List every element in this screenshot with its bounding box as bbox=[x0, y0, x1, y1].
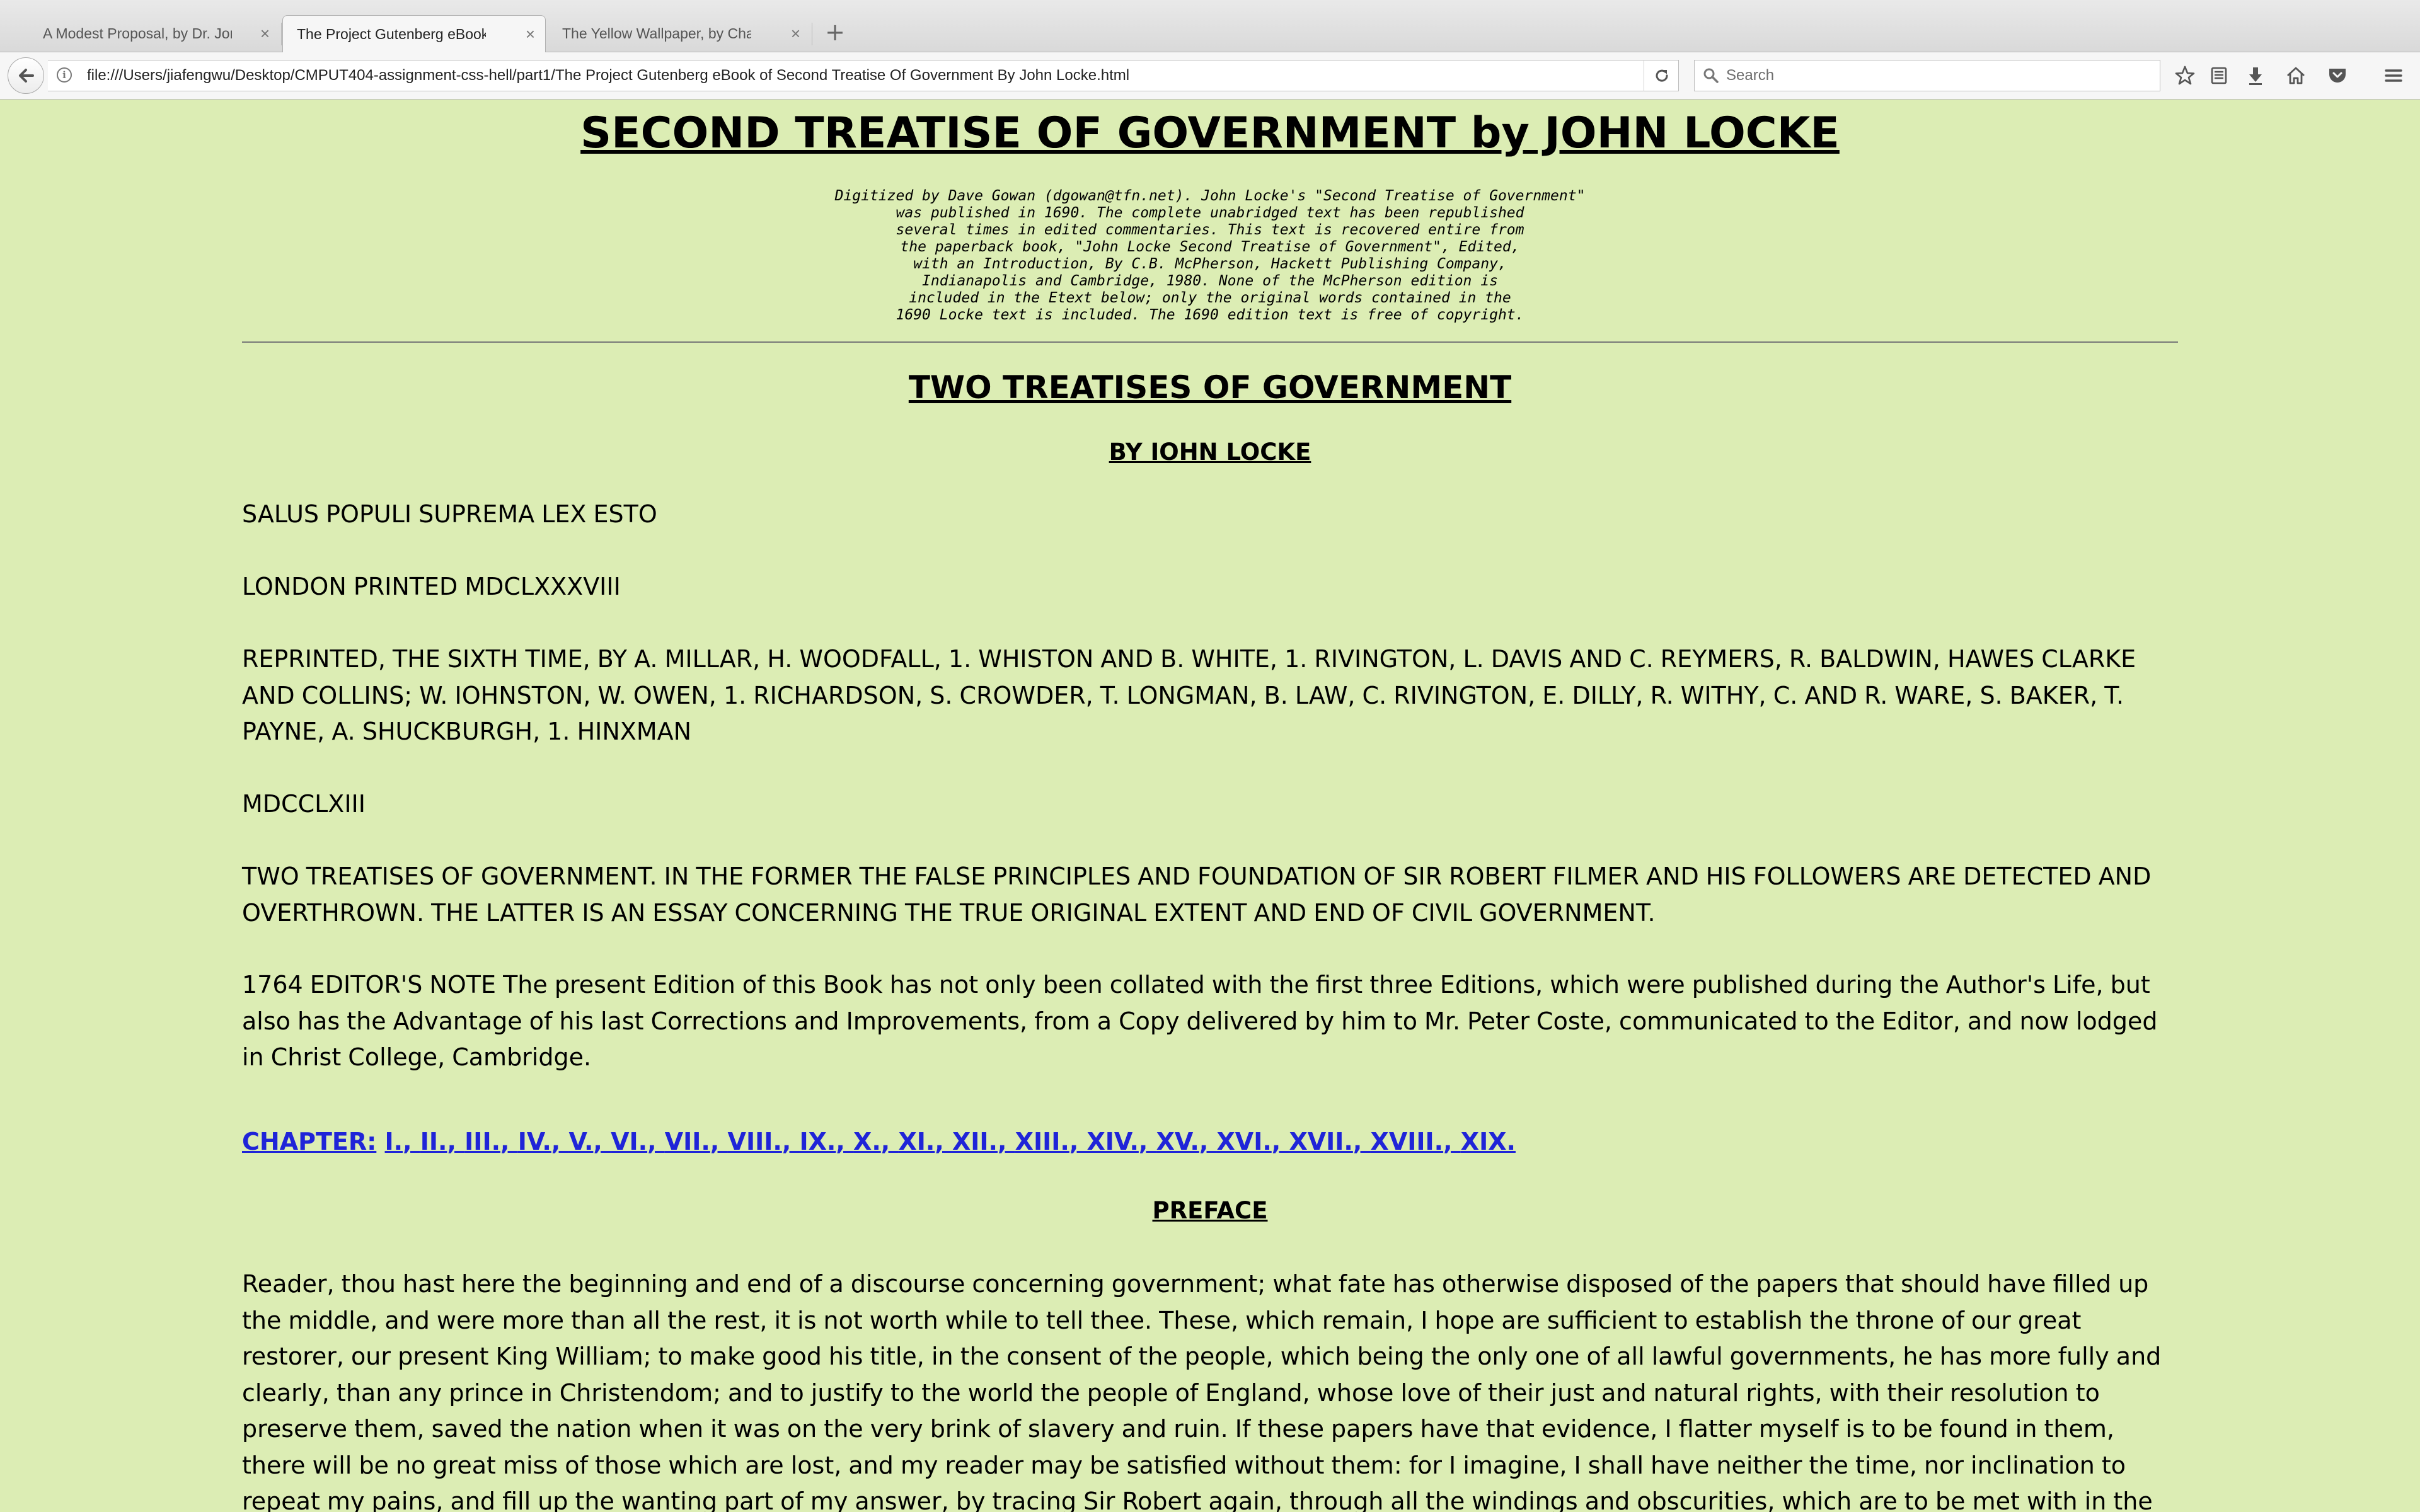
chapter-link[interactable]: XV. bbox=[1156, 1128, 1199, 1155]
chapter-link[interactable]: VII. bbox=[665, 1128, 710, 1155]
chapter-separator: , bbox=[836, 1128, 854, 1155]
url-text[interactable]: file:///Users/jiafengwu/Desktop/CMPUT404… bbox=[87, 60, 1129, 91]
home-icon[interactable] bbox=[2281, 61, 2310, 90]
back-button[interactable] bbox=[8, 57, 44, 94]
chapter-link[interactable]: XVIII. bbox=[1371, 1128, 1444, 1155]
tab-label: The Project Gutenberg eBook o... bbox=[297, 25, 486, 42]
chapter-separator: , bbox=[1352, 1128, 1371, 1155]
full-title-paragraph: TWO TREATISES OF GOVERNMENT. IN THE FORM… bbox=[242, 862, 2152, 927]
tab-label: The Yellow Wallpaper, by Charl... bbox=[562, 25, 751, 42]
chapter-separator: , bbox=[403, 1128, 420, 1155]
tab-modest-proposal[interactable]: A Modest Proposal, by Dr. Jona... × bbox=[13, 15, 280, 52]
chapter-link[interactable]: IX. bbox=[799, 1128, 836, 1155]
chapter-link[interactable]: IV. bbox=[518, 1128, 551, 1155]
chapter-separator: , bbox=[781, 1128, 800, 1155]
navigation-toolbar: i file:///Users/jiafengwu/Desktop/CMPUT4… bbox=[0, 52, 2420, 100]
chapter-link[interactable]: VIII. bbox=[728, 1128, 782, 1155]
reload-button[interactable] bbox=[1644, 60, 1679, 91]
chapter-separator: , bbox=[500, 1128, 518, 1155]
close-icon[interactable]: × bbox=[791, 24, 800, 43]
chapter-link[interactable]: XVII. bbox=[1289, 1128, 1352, 1155]
editor-note-paragraph: 1764 EDITOR'S NOTE The present Edition o… bbox=[242, 971, 2158, 1071]
reprint-paragraph: REPRINTED, THE SIXTH TIME, BY A. MILLAR,… bbox=[242, 645, 2136, 745]
chapter-separator: , bbox=[447, 1128, 465, 1155]
tab-separator bbox=[281, 23, 282, 45]
author-heading: BY IOHN LOCKE bbox=[1109, 438, 1311, 466]
search-bar[interactable] bbox=[1694, 60, 2160, 91]
reading-list-icon[interactable] bbox=[2204, 61, 2233, 90]
search-input[interactable] bbox=[1726, 60, 2142, 91]
chapter-link[interactable]: XI. bbox=[898, 1128, 935, 1155]
page-viewport[interactable]: SECOND TREATISE OF GOVERNMENT by JOHN LO… bbox=[0, 100, 2420, 1512]
chapter-separator: , bbox=[710, 1128, 728, 1155]
preface-paragraph: Reader, thou hast here the beginning and… bbox=[242, 1270, 2162, 1512]
chapter-separator: , bbox=[647, 1128, 665, 1155]
chapter-separator: , bbox=[880, 1128, 899, 1155]
chapter-link[interactable]: XIII. bbox=[1015, 1128, 1069, 1155]
url-bar[interactable]: i file:///Users/jiafengwu/Desktop/CMPUT4… bbox=[48, 60, 1679, 91]
tab-second-treatise[interactable]: The Project Gutenberg eBook o... × bbox=[282, 15, 546, 52]
chapter-link[interactable]: I. bbox=[385, 1128, 403, 1155]
document-title: SECOND TREATISE OF GOVERNMENT by JOHN LO… bbox=[580, 108, 1840, 158]
chapter-link[interactable]: II. bbox=[420, 1128, 447, 1155]
tab-bar: A Modest Proposal, by Dr. Jona... × The … bbox=[0, 0, 2420, 52]
chapter-link[interactable]: XIX. bbox=[1461, 1128, 1516, 1155]
treatises-heading: TWO TREATISES OF GOVERNMENT bbox=[908, 369, 1512, 406]
horizontal-rule bbox=[242, 341, 2178, 343]
chapter-link[interactable]: XVI. bbox=[1216, 1128, 1271, 1155]
chapter-separator: , bbox=[1199, 1128, 1217, 1155]
chapter-separator: , bbox=[551, 1128, 569, 1155]
chapter-separator: , bbox=[593, 1128, 611, 1155]
chapter-link[interactable]: III. bbox=[464, 1128, 500, 1155]
pocket-icon[interactable] bbox=[2323, 61, 2352, 90]
new-tab-button[interactable]: + bbox=[819, 16, 851, 48]
info-icon[interactable]: i bbox=[57, 67, 72, 83]
download-icon[interactable] bbox=[2241, 61, 2270, 90]
chapter-link[interactable]: X. bbox=[853, 1128, 881, 1155]
chapter-link-list: I., II., III., IV., V., VI., VII., VIII.… bbox=[385, 1128, 1516, 1155]
chapter-separator: , bbox=[998, 1128, 1015, 1155]
reload-icon bbox=[1656, 69, 1668, 82]
chapter-separator: , bbox=[935, 1128, 952, 1155]
bookmark-star-icon[interactable] bbox=[2170, 61, 2199, 90]
preface-heading: PREFACE bbox=[1152, 1197, 1268, 1224]
chapter-link[interactable]: XIV. bbox=[1087, 1128, 1139, 1155]
chapter-separator: , bbox=[1138, 1128, 1156, 1155]
chapter-link[interactable]: VI. bbox=[611, 1128, 647, 1155]
year-paragraph: MDCCLXIII bbox=[242, 790, 366, 818]
close-icon[interactable]: × bbox=[260, 24, 270, 43]
motto-paragraph: SALUS POPULI SUPREMA LEX ESTO bbox=[242, 500, 657, 528]
chapter-links: CHAPTER: I., II., III., IV., V., VI., VI… bbox=[242, 1124, 1516, 1160]
chapter-links-label: CHAPTER: bbox=[242, 1128, 377, 1155]
tab-yellow-wallpaper[interactable]: The Yellow Wallpaper, by Charl... × bbox=[548, 15, 810, 52]
chapter-separator: , bbox=[1271, 1128, 1289, 1155]
chapter-link[interactable]: V. bbox=[568, 1128, 593, 1155]
chapter-link[interactable]: XII. bbox=[952, 1128, 998, 1155]
close-icon[interactable]: × bbox=[526, 25, 535, 43]
menu-icon[interactable] bbox=[2379, 61, 2408, 90]
tab-label: A Modest Proposal, by Dr. Jona... bbox=[43, 25, 232, 42]
imprint-paragraph: LONDON PRINTED MDCLXXXVIII bbox=[242, 573, 621, 600]
search-icon bbox=[1703, 68, 1719, 83]
back-arrow-icon bbox=[19, 69, 34, 83]
digitized-note: Digitized by Dave Gowan (dgowan@tfn.net)… bbox=[834, 188, 1586, 323]
chapter-separator: , bbox=[1069, 1128, 1087, 1155]
chapter-separator: , bbox=[1443, 1128, 1461, 1155]
